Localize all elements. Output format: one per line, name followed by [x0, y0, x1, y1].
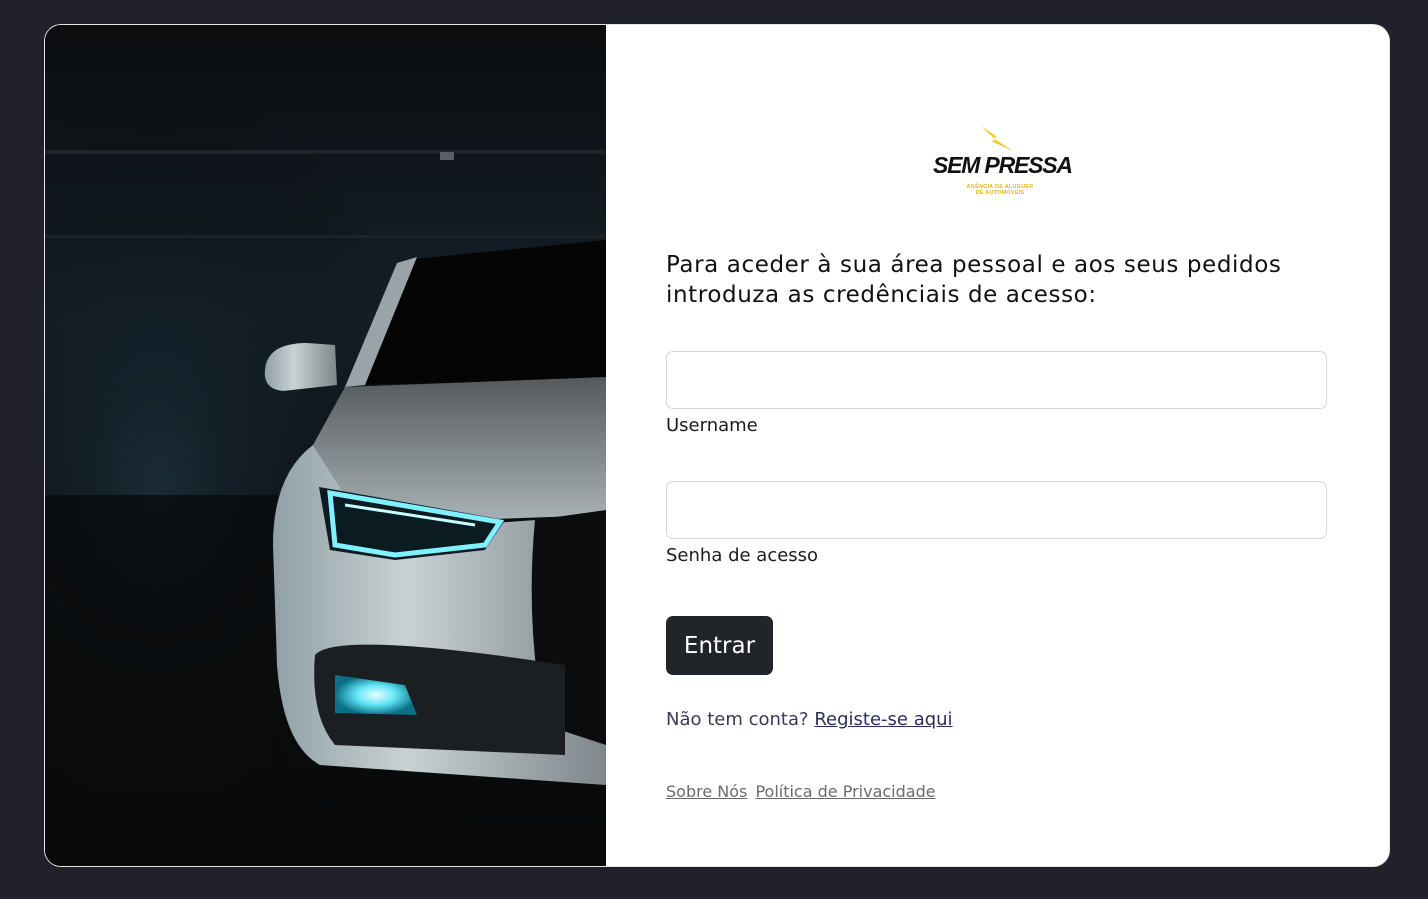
username-label: Username: [666, 415, 758, 436]
intro-line-2: introduza as credênciais de acesso:: [666, 282, 1097, 308]
login-button[interactable]: Entrar: [666, 616, 773, 675]
register-prompt: Não tem conta? Registe-se aqui: [666, 709, 953, 730]
footer-links: Sobre Nós Política de Privacidade: [666, 782, 939, 801]
username-input[interactable]: [666, 351, 1327, 409]
brand-logo: SEM PRESSA AGÊNCIA DE ALUGUER DE AUTOMÓV…: [931, 125, 1073, 203]
intro-line-1: Para aceder à sua área pessoal e aos seu…: [666, 252, 1282, 278]
register-link[interactable]: Registe-se aqui: [814, 709, 952, 730]
register-prompt-text: Não tem conta?: [666, 709, 809, 730]
login-panel: SEM PRESSA AGÊNCIA DE ALUGUER DE AUTOMÓV…: [606, 25, 1389, 866]
lightning-icon: [981, 126, 1013, 151]
password-label: Senha de acesso: [666, 545, 819, 566]
login-card: SEM PRESSA AGÊNCIA DE ALUGUER DE AUTOMÓV…: [45, 25, 1389, 866]
brand-name: SEM PRESSA: [933, 152, 1073, 178]
password-input[interactable]: [666, 481, 1327, 539]
car-photo: [45, 25, 606, 866]
brand-tagline: AGÊNCIA DE ALUGUER DE AUTOMÓVEIS: [966, 184, 1034, 196]
login-intro: Para aceder à sua área pessoal e aos seu…: [666, 250, 1306, 310]
about-link[interactable]: Sobre Nós: [666, 782, 747, 801]
privacy-link[interactable]: Política de Privacidade: [755, 782, 935, 801]
